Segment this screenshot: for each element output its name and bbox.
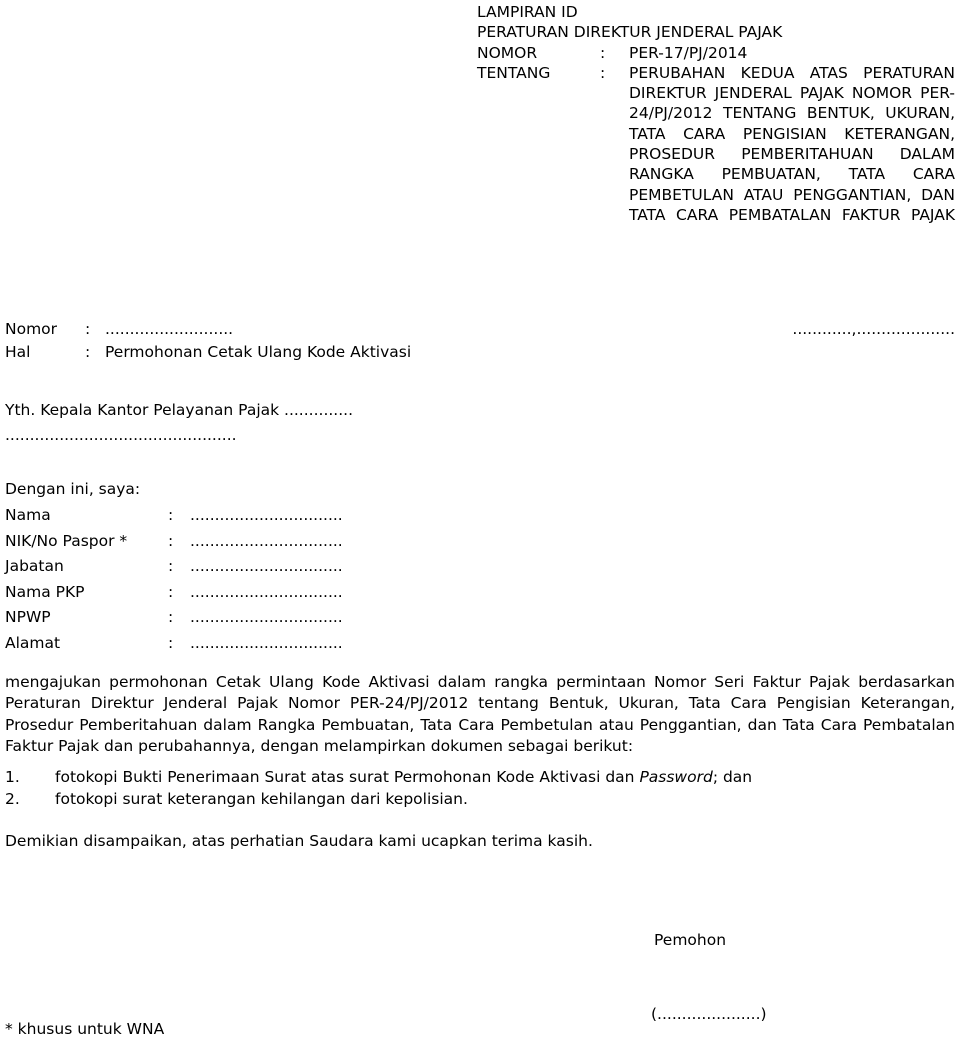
field-value-jabatan[interactable]: ............................... [190,554,505,580]
field-value-nama[interactable]: ............................... [190,503,505,529]
field-row-nama-pkp: Nama PKP : .............................… [5,580,505,606]
date-placeholder: ............,.................... [792,320,955,338]
meta-label-nomor: Nomor [5,320,58,338]
header-value-tentang: PERUBAHAN KEDUA ATAS PERATURAN DIREKTUR … [629,63,955,224]
list-item-text-before: fotokopi surat keterangan kehilangan dar… [55,790,468,808]
header-row-nomor: NOMOR : PER-17/PJ/2014 [477,43,955,63]
attachment-header: LAMPIRAN ID PERATURAN DIREKTUR JENDERAL … [477,2,955,246]
field-colon-jabatan: : [168,557,174,576]
list-item-text: fotokopi Bukti Penerimaan Surat atas sur… [55,766,905,788]
signature-name-line[interactable]: (.....................) [651,1003,767,1025]
field-value-npwp[interactable]: ............................... [190,605,505,631]
list-item-text-italic: Password [639,768,713,786]
field-value-nik-paspor[interactable]: ............................... [190,529,505,555]
field-colon-npwp: : [168,608,174,627]
field-label-alamat: Alamat [5,633,61,652]
field-colon-nama: : [168,506,174,524]
field-colon-nama-pkp: : [168,582,174,601]
list-item: 2. fotokopi surat keterangan kehilangan … [5,788,905,810]
list-item-number: 1. [5,768,20,786]
field-row-alamat: Alamat : ............................... [5,631,505,657]
field-row-nik-paspor: NIK/No Paspor * : ......................… [5,529,505,555]
closing-sentence: Demikian disampaikan, atas perhatian Sau… [5,832,593,850]
field-label-nik-paspor: NIK/No Paspor * [5,531,128,550]
meta-colon-nomor: : [85,320,91,338]
body-paragraph: mengajukan permohonan Cetak Ulang Kode A… [5,673,955,755]
field-value-nama-pkp[interactable]: ............................... [190,580,505,606]
field-row-npwp: NPWP : ............................... [5,605,505,631]
field-label-npwp: NPWP [5,608,51,627]
meta-colon-hal: : [85,343,91,361]
recipient-line-2: ........................................… [5,426,237,444]
header-row-tentang: TENTANG : PERUBAHAN KEDUA ATAS PERATURAN… [477,63,955,246]
attachment-list: 1. fotokopi Bukti Penerimaan Surat atas … [5,766,905,810]
recipient-block: Yth. Kepala Kantor Pelayanan Pajak .....… [5,398,353,448]
applicant-fields: Nama : ............................... N… [5,503,505,657]
field-value-alamat[interactable]: ............................... [190,631,505,657]
meta-value-hal: Permohonan Cetak Ulang Kode Aktivasi [105,343,412,361]
footnote-wna: * khusus untuk WNA [5,1020,165,1038]
list-item-number: 2. [5,790,20,808]
header-label-nomor: NOMOR [477,43,538,62]
document-page: LAMPIRAN ID PERATURAN DIREKTUR JENDERAL … [0,0,960,1045]
field-label-nama-pkp: Nama PKP [5,582,85,601]
regulation-title: PERATURAN DIREKTUR JENDERAL PAJAK [477,23,783,42]
header-value-nomor: PER-17/PJ/2014 [629,43,748,62]
attachment-label: LAMPIRAN ID [477,3,578,21]
applicant-intro: Dengan ini, saya: [5,480,141,498]
list-item: 1. fotokopi Bukti Penerimaan Surat atas … [5,766,905,788]
recipient-line-1: Yth. Kepala Kantor Pelayanan Pajak .....… [5,401,354,419]
field-row-jabatan: Jabatan : ..............................… [5,554,505,580]
list-item-text: fotokopi surat keterangan kehilangan dar… [55,788,905,810]
header-label-tentang: TENTANG [477,63,551,82]
meta-row-hal: Hal : Permohonan Cetak Ulang Kode Aktiva… [5,341,565,364]
header-colon-nomor: : [600,43,606,62]
meta-row-nomor: Nomor : .......................... [5,318,565,341]
signature-label: Pemohon [654,931,727,949]
field-colon-alamat: : [168,633,174,652]
field-label-nama: Nama [5,506,51,524]
list-item-text-after: ; dan [712,768,753,786]
meta-value-nomor: .......................... [105,320,234,338]
list-item-text-before: fotokopi Bukti Penerimaan Surat atas sur… [55,768,640,786]
field-row-nama: Nama : ............................... [5,503,505,529]
letter-meta: Nomor : .......................... Hal :… [5,318,565,364]
field-colon-nik-paspor: : [168,531,174,550]
header-colon-tentang: : [600,63,606,82]
meta-label-hal: Hal [5,343,31,361]
field-label-jabatan: Jabatan [5,557,64,576]
